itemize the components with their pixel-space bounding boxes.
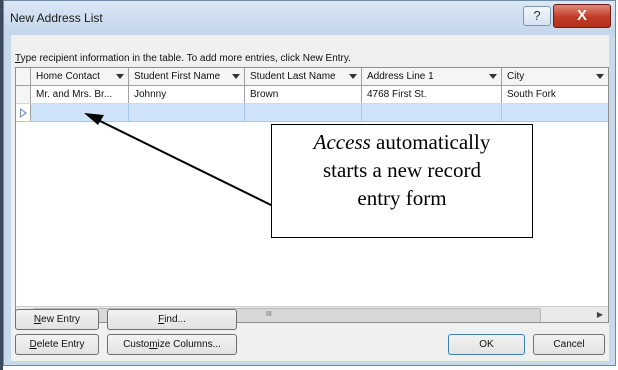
callout-line-2: starts a new record (322, 158, 481, 182)
callout-line-3: entry form (357, 186, 447, 210)
callout-line-1: Access automatically (313, 130, 491, 154)
annotation-callout: Access automatically starts a new record… (271, 124, 533, 238)
